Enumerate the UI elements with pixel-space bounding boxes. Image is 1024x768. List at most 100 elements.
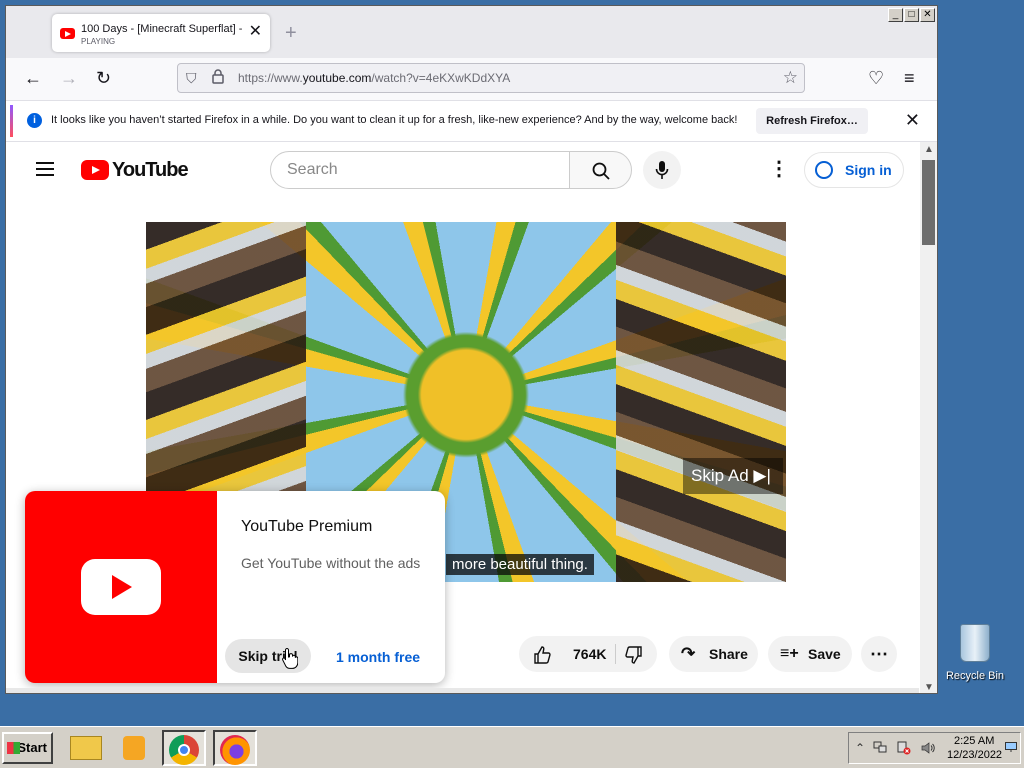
one-month-free-button[interactable]: 1 month free <box>336 649 420 665</box>
search-input[interactable]: Search <box>270 151 570 189</box>
tab-close-icon[interactable]: ✕ <box>249 24 262 40</box>
notification-text: It looks like you haven’t started Firefo… <box>51 114 738 126</box>
sign-in-label: Sign in <box>845 162 892 178</box>
network-icon[interactable] <box>873 741 887 756</box>
security-alert-icon[interactable] <box>897 741 911 758</box>
pocket-icon[interactable]: ♡ <box>868 68 884 88</box>
more-options-icon[interactable]: ⋮ <box>769 159 789 179</box>
lock-icon[interactable] <box>212 69 224 87</box>
like-divider <box>615 644 616 664</box>
security-alert-glyph <box>897 741 911 755</box>
clock-time[interactable]: 2:25 AM <box>954 735 994 747</box>
volume-icon[interactable] <box>921 741 935 758</box>
url-path: /watch?v=4eKXwKDdXYA <box>371 71 511 85</box>
page-bottom-divider <box>6 688 919 693</box>
more-actions-button[interactable]: ⋯ <box>861 636 897 672</box>
recycle-bin-desktop-icon[interactable]: Recycle Bin <box>944 624 1006 682</box>
hamburger-menu-icon[interactable]: ≡ <box>904 68 915 88</box>
save-playlist-icon: ≡+ <box>780 645 799 662</box>
start-button[interactable]: Start <box>2 732 53 764</box>
sign-in-button[interactable]: Sign in <box>804 152 904 188</box>
system-tray: ⌃ 2:25 AM 12/23/2022 <box>848 732 1021 764</box>
chrome-taskbar-button[interactable] <box>162 730 206 766</box>
network-glyph <box>873 741 887 753</box>
share-label: Share <box>709 646 748 662</box>
close-window-button[interactable]: ✕ <box>920 8 935 22</box>
page-scrollbar[interactable]: ▲ ▼ <box>920 142 937 693</box>
thumb-down-glyph <box>625 645 642 664</box>
scroll-thumb[interactable] <box>922 160 935 245</box>
folder-icon <box>70 735 102 760</box>
youtube-logo-icon[interactable] <box>81 160 109 180</box>
like-dislike-group: 764K <box>519 636 657 672</box>
refresh-notification-bar: i It looks like you haven’t started Fire… <box>6 101 937 142</box>
dislike-icon[interactable] <box>625 636 643 672</box>
url-bar[interactable]: ⛉ https://www.youtube.com/watch?v=4eKXwK… <box>177 63 805 93</box>
save-label: Save <box>808 646 841 662</box>
tray-expand-icon[interactable]: ⌃ <box>855 741 865 755</box>
forward-icon[interactable]: → <box>60 68 78 88</box>
tab-title: 100 Days - [Minecraft Superflat] - <box>81 23 243 35</box>
like-icon[interactable] <box>533 636 551 672</box>
tab-youtube-video[interactable]: 100 Days - [Minecraft Superflat] - PLAYI… <box>52 14 270 52</box>
minimize-button[interactable]: _ <box>888 8 903 22</box>
tab-strip: 100 Days - [Minecraft Superflat] - PLAYI… <box>6 6 937 58</box>
media-player-taskbar-button[interactable] <box>112 730 156 766</box>
skip-ad-button[interactable]: Skip Ad ▶| <box>683 458 783 494</box>
premium-title: YouTube Premium <box>241 518 373 535</box>
scroll-up-icon[interactable]: ▲ <box>924 144 934 155</box>
thumb-up-glyph <box>534 645 551 664</box>
tab-playing-label: PLAYING <box>81 37 116 46</box>
like-count[interactable]: 764K <box>573 636 606 672</box>
scroll-down-icon[interactable]: ▼ <box>924 682 934 693</box>
back-icon[interactable]: ← <box>24 68 42 88</box>
youtube-favicon-icon <box>60 28 75 39</box>
firefox-taskbar-button[interactable] <box>213 730 257 766</box>
show-desktop-icon[interactable] <box>1005 741 1017 755</box>
url-domain: youtube.com <box>302 71 372 85</box>
reload-icon[interactable]: ↻ <box>96 68 111 88</box>
premium-promo-card: YouTube Premium Get YouTube without the … <box>25 491 445 683</box>
firefox-window: 100 Days - [Minecraft Superflat] - PLAYI… <box>5 5 938 694</box>
firefox-icon <box>220 734 250 765</box>
maximize-button[interactable]: □ <box>904 8 919 22</box>
menu-bar <box>36 168 54 170</box>
video-frame-right <box>616 222 786 582</box>
file-explorer-taskbar-button[interactable] <box>64 730 108 766</box>
premium-description: Get YouTube without the ads <box>241 555 421 571</box>
taskbar: Start ⌃ 2:25 AM 12/23/2022 <box>0 726 1024 768</box>
url-prefix: https://www. <box>238 71 303 85</box>
bookmark-star-icon[interactable]: ☆ <box>783 68 798 88</box>
share-button[interactable]: ↷ Share <box>669 636 758 672</box>
windows-flag-icon <box>7 742 20 754</box>
hand-cursor-icon <box>282 647 299 673</box>
monitor-glyph <box>1005 742 1017 752</box>
window-controls: _ □ ✕ <box>888 8 935 22</box>
lock-glyph <box>212 69 224 84</box>
menu-bar <box>36 162 54 164</box>
hand-cursor-glyph <box>282 647 299 669</box>
clock-date[interactable]: 12/23/2022 <box>947 749 1002 761</box>
account-icon <box>815 161 833 179</box>
menu-bar <box>36 174 54 176</box>
search-icon <box>592 162 610 180</box>
search-button[interactable] <box>569 151 632 189</box>
save-button[interactable]: ≡+ Save <box>768 636 852 672</box>
url-text[interactable]: https://www.youtube.com/watch?v=4eKXwKDd… <box>238 71 510 85</box>
new-tab-button[interactable]: + <box>285 23 297 43</box>
info-icon: i <box>27 113 42 128</box>
refresh-firefox-button[interactable]: Refresh Firefox… <box>756 108 868 134</box>
notification-close-icon[interactable]: ✕ <box>905 110 920 130</box>
premium-art <box>25 491 217 683</box>
media-player-icon <box>123 735 145 760</box>
volume-glyph <box>921 742 935 754</box>
youtube-page: YouTube Search ⋮ Sign in more beautiful … <box>6 142 919 693</box>
youtube-menu-icon[interactable] <box>36 162 54 176</box>
youtube-wordmark[interactable]: YouTube <box>112 159 189 182</box>
recycle-bin-label: Recycle Bin <box>945 670 1005 682</box>
voice-search-button[interactable] <box>643 151 681 189</box>
recycle-bin-icon <box>960 624 990 662</box>
skip-trial-button[interactable]: Skip trial <box>225 639 311 673</box>
start-label: Start <box>17 740 47 755</box>
tracking-shield-icon[interactable]: ⛉ <box>186 70 197 87</box>
